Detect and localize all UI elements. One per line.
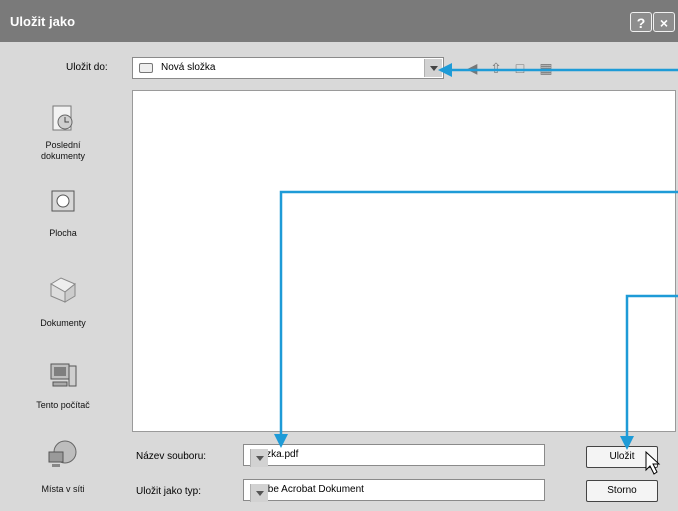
filename-input[interactable]: ukazka.pdf: [243, 444, 545, 467]
save-in-dropdown[interactable]: Nová složka: [132, 57, 444, 79]
up-folder-icon[interactable]: ⇧: [486, 58, 506, 78]
cancel-button[interactable]: Storno: [586, 480, 658, 502]
new-folder-icon[interactable]: □: [510, 58, 530, 78]
place-network[interactable]: Místa v síti: [0, 438, 126, 500]
place-documents[interactable]: Dokumenty: [0, 268, 126, 338]
save-in-label: Uložit do:: [66, 62, 108, 73]
places-bar: Poslední dokumenty Plocha Dokumenty Tent…: [0, 90, 126, 501]
back-icon[interactable]: ◀: [462, 58, 482, 78]
filetype-dropdown-arrow-icon[interactable]: [250, 484, 268, 502]
filename-dropdown-arrow-icon[interactable]: [250, 449, 268, 467]
place-label: Dokumenty: [40, 318, 86, 328]
filetype-select[interactable]: Adobe Acrobat Dokument: [243, 479, 545, 502]
place-label: Tento počítač: [36, 400, 90, 410]
help-button[interactable]: ?: [630, 12, 652, 32]
folder-icon: [139, 63, 153, 73]
place-label: dokumenty: [40, 151, 86, 161]
recent-documents-icon: [52, 105, 73, 131]
place-recent-documents[interactable]: Poslední dokumenty: [0, 102, 126, 182]
save-in-value: Nová složka: [161, 62, 216, 73]
documents-icon: [50, 277, 76, 303]
filetype-label: Uložit jako typ:: [136, 486, 202, 497]
network-icon: [48, 440, 77, 467]
place-label: Plocha: [49, 228, 77, 238]
computer-icon: [50, 363, 77, 387]
place-label: Místa v síti: [41, 484, 85, 494]
place-my-computer[interactable]: Tento počítač: [0, 354, 126, 424]
title-bar: Uložit jako ? ×: [0, 0, 678, 42]
close-button[interactable]: ×: [653, 12, 675, 32]
place-label: Poslední: [45, 140, 81, 150]
place-desktop[interactable]: Plocha: [0, 186, 126, 246]
view-menu-icon[interactable]: ▦: [536, 58, 556, 78]
dialog-title: Uložit jako: [10, 14, 76, 29]
file-list-area[interactable]: [132, 90, 676, 432]
desktop-icon: [51, 190, 75, 212]
save-button[interactable]: Uložit: [586, 446, 658, 468]
save-as-dialog: Uložit jako ? × Uložit do: Nová složka ◀…: [0, 0, 678, 511]
filename-label: Název souboru:: [136, 451, 207, 462]
save-in-dropdown-arrow-icon[interactable]: [424, 59, 442, 77]
